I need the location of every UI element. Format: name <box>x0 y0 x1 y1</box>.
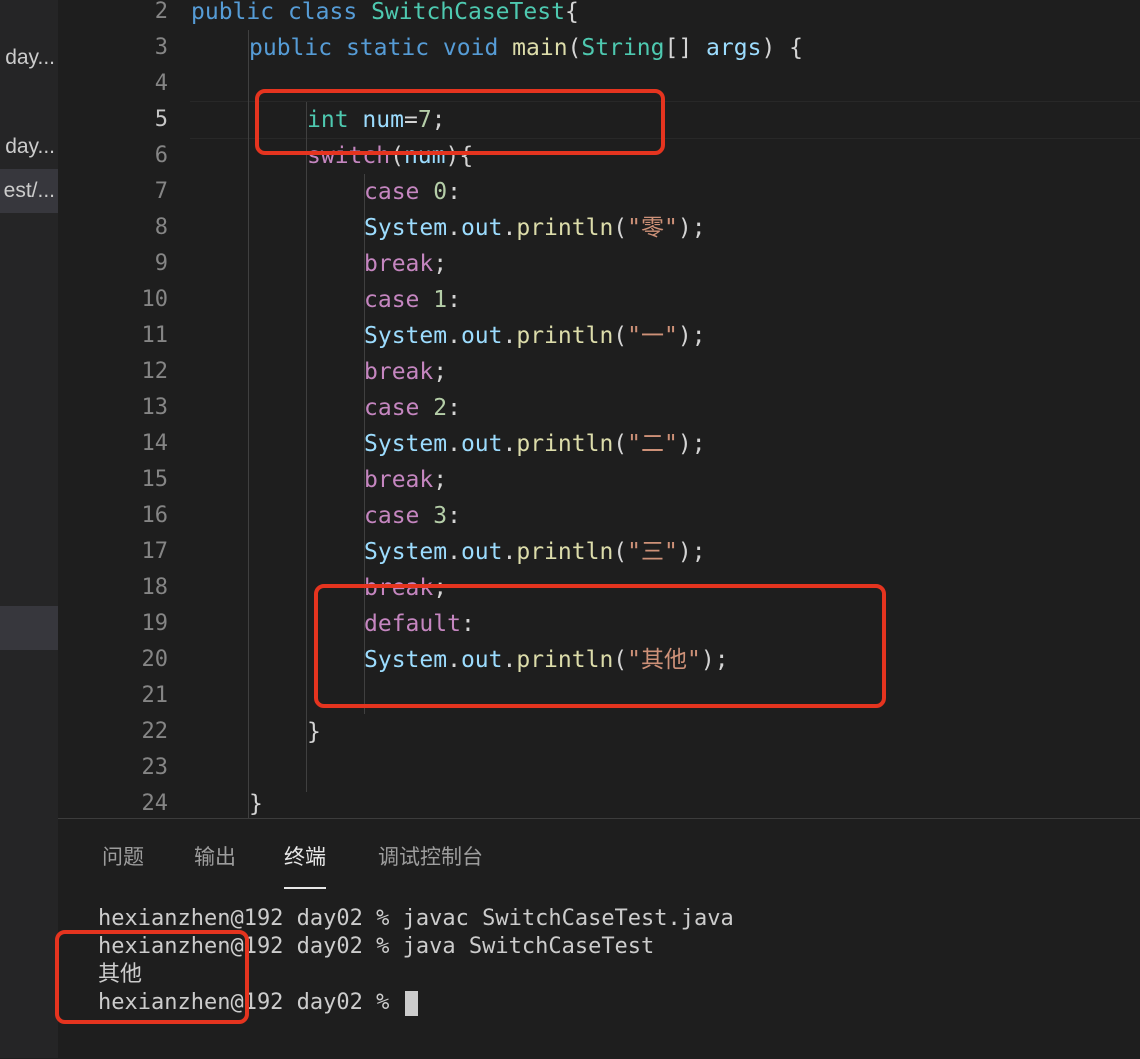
explorer-hover-row[interactable] <box>0 606 58 650</box>
line-number: 11 <box>141 323 169 348</box>
annotation-box-int-num <box>255 89 665 155</box>
code-line-24: } <box>249 791 263 817</box>
line-number: 3 <box>154 35 168 60</box>
line-number: 19 <box>141 611 169 636</box>
annotation-box-output <box>55 930 249 1024</box>
line-number: 13 <box>141 395 169 420</box>
line-number: 10 <box>141 287 169 312</box>
code-line-9: break; <box>364 251 448 277</box>
code-line-14: System.out.println("二"); <box>364 431 706 457</box>
line-number: 2 <box>154 0 168 24</box>
line-number: 8 <box>154 215 168 240</box>
line-number: 5 <box>154 107 168 132</box>
code-line-11: System.out.println("一"); <box>364 323 706 349</box>
indent-guide <box>306 102 307 792</box>
tab-problems[interactable]: 问题 <box>102 839 144 887</box>
explorer-sidebar: day... day... est/... <box>0 0 58 1058</box>
code-line-17: System.out.println("三"); <box>364 539 706 565</box>
terminal-cursor <box>404 990 418 1016</box>
line-number: 24 <box>141 791 169 816</box>
line-number: 18 <box>141 575 169 600</box>
tab-output[interactable]: 输出 <box>194 839 236 887</box>
line-number: 4 <box>154 71 168 96</box>
explorer-item-label: est/... <box>3 179 55 202</box>
tab-debug-console[interactable]: 调试控制台 <box>378 839 483 887</box>
line-number: 21 <box>141 683 169 708</box>
line-number: 7 <box>154 179 168 204</box>
explorer-item-label: day... <box>5 46 55 69</box>
explorer-item-label: day... <box>5 135 55 158</box>
line-number: 23 <box>141 755 169 780</box>
indent-guide <box>248 30 249 818</box>
line-number: 22 <box>141 719 169 744</box>
code-line-2: public class SwitchCaseTest{ <box>191 0 579 25</box>
code-line-3: public static void main(String[] args) { <box>249 35 803 61</box>
code-line-8: System.out.println("零"); <box>364 215 706 241</box>
code-line-16: case 3: <box>364 503 461 529</box>
code-line-22: } <box>307 719 321 745</box>
explorer-item-3[interactable]: est/... <box>0 169 58 213</box>
code-line-7: case 0: <box>364 179 461 205</box>
code-line-10: case 1: <box>364 287 461 313</box>
annotation-box-default <box>314 584 886 708</box>
code-line-12: break; <box>364 359 448 385</box>
line-number: 9 <box>154 251 168 276</box>
code-line-13: case 2: <box>364 395 461 421</box>
line-number: 6 <box>154 143 168 168</box>
explorer-item-1[interactable]: day... <box>0 36 58 80</box>
line-number: 15 <box>141 467 169 492</box>
line-number: 14 <box>141 431 169 456</box>
line-number: 12 <box>141 359 169 384</box>
terminal-line: hexianzhen@192 day02 % javac SwitchCaseT… <box>98 906 734 931</box>
line-number: 20 <box>141 647 169 672</box>
explorer-item-2[interactable]: day... <box>0 125 58 169</box>
line-number: 17 <box>141 539 169 564</box>
line-number: 16 <box>141 503 169 528</box>
code-line-15: break; <box>364 467 448 493</box>
tab-terminal[interactable]: 终端 <box>284 839 326 889</box>
